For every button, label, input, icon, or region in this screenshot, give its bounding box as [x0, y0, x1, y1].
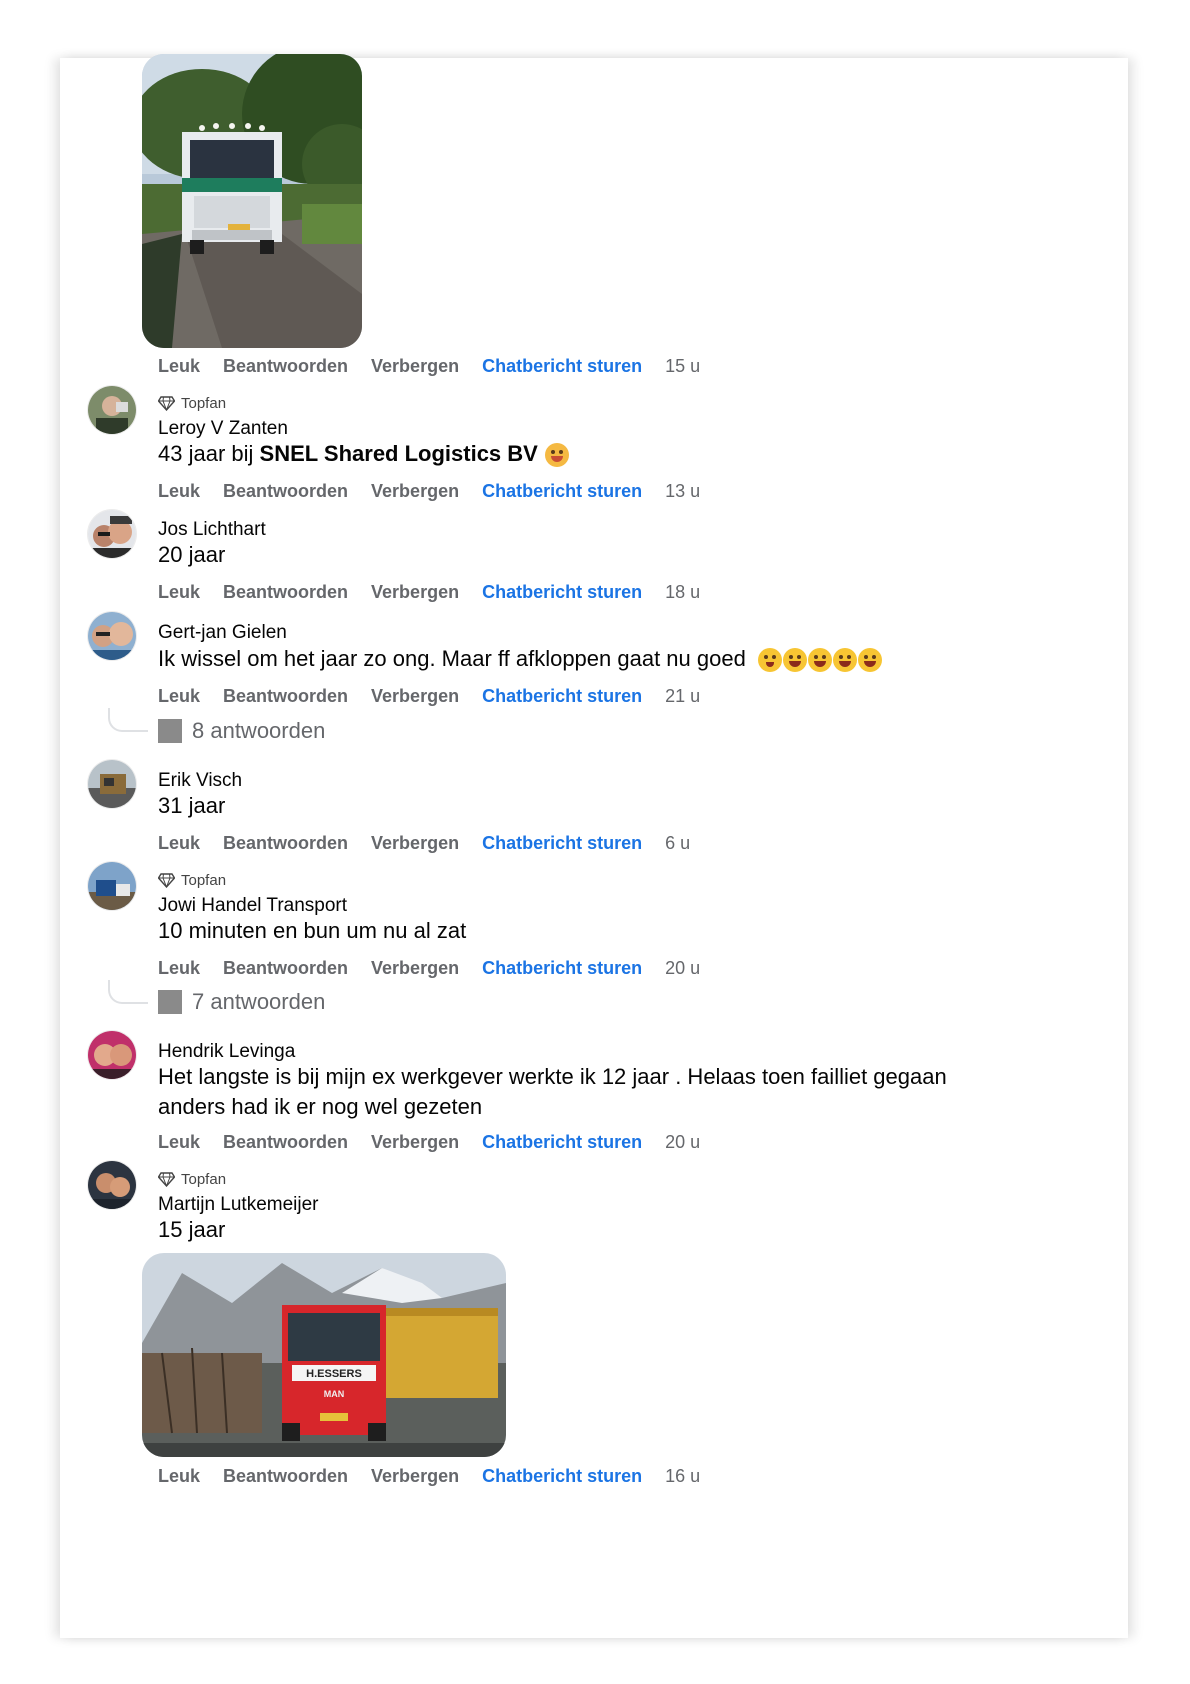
comment-actions: Leuk Beantwoorden Verbergen Chatbericht …: [158, 481, 700, 502]
reply-thread-connector: [108, 708, 148, 732]
truck-brand-label: MAN: [324, 1389, 345, 1399]
comment-text: 15 jaar: [158, 1217, 226, 1242]
diamond-icon: [158, 396, 175, 411]
topfan-label: Topfan: [181, 395, 227, 412]
smiling-face-emoji-icon: [544, 443, 569, 468]
like-button[interactable]: Leuk: [158, 481, 200, 502]
truck-photo-image: [142, 54, 362, 348]
comment-text: 43 jaar bij SNEL Shared Logistics BV: [158, 439, 569, 469]
laughing-tears-emoji-icon: [857, 648, 882, 673]
hide-button[interactable]: Verbergen: [371, 686, 459, 707]
like-button[interactable]: Leuk: [158, 356, 200, 377]
like-button[interactable]: Leuk: [158, 833, 200, 854]
reply-button[interactable]: Beantwoorden: [223, 481, 348, 502]
comment-photo-truck[interactable]: [142, 54, 362, 348]
view-replies-button[interactable]: 8 antwoorden: [158, 718, 325, 744]
comment-timestamp[interactable]: 20 u: [665, 1132, 700, 1153]
comment-author[interactable]: Leroy V Zanten: [158, 418, 288, 440]
replies-icon: [158, 719, 182, 743]
reply-button[interactable]: Beantwoorden: [223, 686, 348, 707]
crying-face-emoji-icon: [757, 648, 782, 673]
view-replies-button[interactable]: 7 antwoorden: [158, 989, 325, 1015]
comment-actions: Leuk Beantwoorden Verbergen Chatbericht …: [158, 958, 700, 979]
avatar[interactable]: [88, 760, 136, 808]
comment-timestamp[interactable]: 16 u: [665, 1466, 700, 1487]
avatar[interactable]: [88, 1161, 136, 1209]
hide-button[interactable]: Verbergen: [371, 958, 459, 979]
diamond-icon: [158, 1172, 175, 1187]
comment-actions: Leuk Beantwoorden Verbergen Chatbericht …: [158, 1466, 700, 1487]
chat-message-button[interactable]: Chatbericht sturen: [482, 833, 642, 854]
comment-text: 10 minuten en bun um nu al zat: [158, 918, 467, 943]
comment-timestamp[interactable]: 15 u: [665, 356, 700, 377]
avatar[interactable]: [88, 1031, 136, 1079]
comment-text: 31 jaar: [158, 793, 226, 818]
topfan-badge: Topfan: [158, 395, 226, 412]
replies-icon: [158, 990, 182, 1014]
laughing-tears-emoji-icon: [832, 648, 857, 673]
diamond-icon: [158, 873, 175, 888]
chat-message-button[interactable]: Chatbericht sturen: [482, 958, 642, 979]
hide-button[interactable]: Verbergen: [371, 833, 459, 854]
replies-count-label: 7 antwoorden: [192, 989, 326, 1014]
chat-message-button[interactable]: Chatbericht sturen: [482, 481, 642, 502]
avatar[interactable]: [88, 862, 136, 910]
comment-author[interactable]: Erik Visch: [158, 770, 242, 792]
comment-author[interactable]: Gert-jan Gielen: [158, 622, 287, 644]
chat-message-button[interactable]: Chatbericht sturen: [482, 686, 642, 707]
comment-timestamp[interactable]: 6 u: [665, 833, 690, 854]
like-button[interactable]: Leuk: [158, 686, 200, 707]
reply-button[interactable]: Beantwoorden: [223, 356, 348, 377]
chat-message-button[interactable]: Chatbericht sturen: [482, 582, 642, 603]
replies-count-label: 8 antwoorden: [192, 718, 326, 743]
tagged-page-link[interactable]: SNEL Shared Logistics BV: [260, 441, 538, 466]
comment-timestamp[interactable]: 20 u: [665, 958, 700, 979]
comment-text: Het langste is bij mijn ex werkgever wer…: [158, 1064, 947, 1119]
comment-author[interactable]: Jos Lichthart: [158, 519, 266, 541]
comment-actions: Leuk Beantwoorden Verbergen Chatbericht …: [158, 582, 700, 603]
comment-text: Ik wissel om het jaar zo ong. Maar ff af…: [158, 644, 882, 674]
comment-actions: Leuk Beantwoorden Verbergen Chatbericht …: [158, 1132, 700, 1153]
hide-button[interactable]: Verbergen: [371, 481, 459, 502]
comment-actions: Leuk Beantwoorden Verbergen Chatbericht …: [158, 356, 700, 377]
comment-author[interactable]: Hendrik Levinga: [158, 1041, 295, 1063]
comment-text: 20 jaar: [158, 542, 226, 567]
topfan-badge: Topfan: [158, 872, 226, 889]
topfan-label: Topfan: [181, 872, 227, 889]
laughing-tears-emoji-icon: [807, 648, 832, 673]
reply-button[interactable]: Beantwoorden: [223, 1132, 348, 1153]
comment-author[interactable]: Jowi Handel Transport: [158, 895, 347, 917]
laughing-tears-emoji-icon: [782, 648, 807, 673]
hide-button[interactable]: Verbergen: [371, 1132, 459, 1153]
comment-author[interactable]: Martijn Lutkemeijer: [158, 1194, 319, 1216]
like-button[interactable]: Leuk: [158, 1466, 200, 1487]
topfan-badge: Topfan: [158, 1171, 226, 1188]
comment-actions: Leuk Beantwoorden Verbergen Chatbericht …: [158, 833, 690, 854]
truck-photo-image: H.ESSERS MAN: [142, 1253, 506, 1457]
comment-photo-truck[interactable]: H.ESSERS MAN: [142, 1253, 506, 1457]
avatar[interactable]: [88, 510, 136, 558]
like-button[interactable]: Leuk: [158, 582, 200, 603]
comment-timestamp[interactable]: 13 u: [665, 481, 700, 502]
reply-button[interactable]: Beantwoorden: [223, 582, 348, 603]
avatar[interactable]: [88, 612, 136, 660]
reply-button[interactable]: Beantwoorden: [223, 1466, 348, 1487]
comment-actions: Leuk Beantwoorden Verbergen Chatbericht …: [158, 686, 700, 707]
topfan-label: Topfan: [181, 1171, 227, 1188]
hide-button[interactable]: Verbergen: [371, 356, 459, 377]
reply-thread-connector: [108, 980, 148, 1004]
hide-button[interactable]: Verbergen: [371, 1466, 459, 1487]
comment-timestamp[interactable]: 21 u: [665, 686, 700, 707]
like-button[interactable]: Leuk: [158, 1132, 200, 1153]
hide-button[interactable]: Verbergen: [371, 582, 459, 603]
reply-button[interactable]: Beantwoorden: [223, 958, 348, 979]
avatar[interactable]: [88, 386, 136, 434]
chat-message-button[interactable]: Chatbericht sturen: [482, 1466, 642, 1487]
reply-button[interactable]: Beantwoorden: [223, 833, 348, 854]
like-button[interactable]: Leuk: [158, 958, 200, 979]
comment-timestamp[interactable]: 18 u: [665, 582, 700, 603]
chat-message-button[interactable]: Chatbericht sturen: [482, 356, 642, 377]
chat-message-button[interactable]: Chatbericht sturen: [482, 1132, 642, 1153]
truck-cab-label: H.ESSERS: [306, 1368, 362, 1380]
